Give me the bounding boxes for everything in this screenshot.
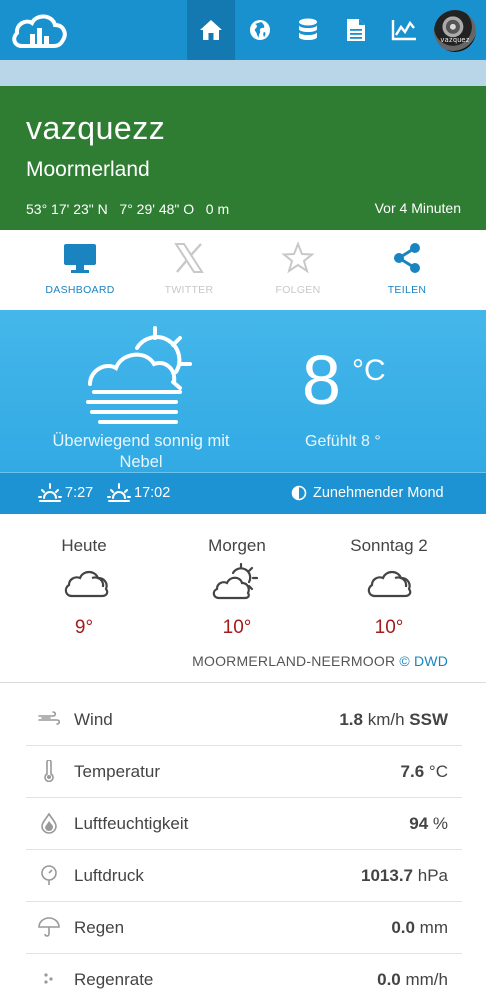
nav-home[interactable] [187, 0, 235, 60]
monitor-icon [64, 244, 96, 273]
forecast-station: MOORMERLAND-NEERMOOR [192, 653, 396, 669]
sunrise-time: 7:27 [65, 485, 94, 501]
globe-icon [250, 20, 270, 40]
dwd-link[interactable]: © DWD [399, 653, 448, 669]
pressure-icon [41, 865, 57, 885]
forecast-temp: 10° [222, 617, 252, 638]
measurement-label: Regen [74, 918, 125, 937]
cloud-icon [367, 570, 412, 598]
nav-charts[interactable] [380, 0, 428, 60]
avatar[interactable]: vazquez [434, 10, 476, 52]
measurement-label: Luftfeuchtigkeit [74, 814, 189, 833]
forecast-temp: 9° [74, 617, 94, 638]
dashboard-button[interactable]: DASHBOARD [25, 230, 135, 310]
sun-moon-bar: 7:27 17:02 Zunehmender Mond [0, 472, 486, 514]
condition-text: Überwiegend sonnig mit Nebel [52, 432, 230, 471]
forecast-temp: 10° [374, 617, 404, 638]
follow-button[interactable]: FOLGEN [243, 230, 353, 310]
forecast-panel: Heute 9° Morgen 10° Sonntag 2 10° MOORME… [0, 514, 486, 682]
sunrise-icon [38, 483, 62, 502]
feels-like: Gefühlt 8 ° [305, 433, 381, 450]
home-icon [200, 20, 222, 40]
station-coordinates: 53° 17' 23" N 7° 29' 48" O 0 m [26, 201, 230, 217]
measurement-value: 94 % [409, 814, 448, 833]
measurement-label: Luftdruck [74, 866, 144, 885]
forecast-day-label: Morgen [208, 536, 266, 555]
dashboard-label: DASHBOARD [45, 284, 115, 296]
measurement-row-rain-rate[interactable]: Regenrate 0.0 mm/h [26, 954, 462, 1000]
thermometer-icon [44, 760, 54, 782]
star-icon [281, 241, 315, 274]
measurement-value: 1.8 km/h SSW [339, 710, 448, 729]
measurement-row-temperature[interactable]: Temperatur 7.6 °C [26, 746, 462, 798]
document-icon [347, 19, 365, 41]
section-divider [0, 682, 486, 683]
sunset-icon [107, 483, 131, 502]
forecast-day-label: Heute [61, 536, 107, 555]
nav-reports[interactable] [332, 0, 380, 60]
humidity-icon [41, 812, 57, 834]
nav-data[interactable] [284, 0, 332, 60]
avatar-label: vazquez [440, 36, 470, 44]
measurement-value: 0.0 mm/h [377, 970, 448, 989]
twitter-label: TWITTER [164, 284, 214, 296]
measurement-value: 1013.7 hPa [361, 866, 448, 885]
measurement-value: 7.6 °C [400, 762, 448, 781]
temperature-unit: °C [352, 354, 386, 387]
top-nav-bar: vazquez [0, 0, 486, 60]
measurement-row-pressure[interactable]: Luftdruck 1013.7 hPa [26, 850, 462, 902]
last-updated: Vor 4 Minuten [374, 200, 461, 216]
measurement-row-wind[interactable]: Wind 1.8 km/h SSW [26, 694, 462, 746]
measurement-value: 0.0 mm [391, 918, 448, 937]
share-icon [394, 243, 420, 273]
current-temperature: 8 [302, 341, 341, 419]
share-label: TEILEN [387, 284, 427, 296]
logo-icon[interactable] [10, 10, 68, 52]
measurement-row-rain[interactable]: Regen 0.0 mm [26, 902, 462, 954]
sunset-time: 17:02 [134, 485, 171, 501]
grass-edge [0, 88, 486, 100]
action-bar: DASHBOARD TWITTER FOLGEN TEILEN [0, 230, 486, 310]
rain-drops-icon [44, 973, 53, 984]
chart-icon [391, 20, 416, 41]
wind-icon [38, 711, 60, 725]
measurement-row-humidity[interactable]: Luftfeuchtigkeit 94 % [26, 798, 462, 850]
station-location: Moormerland [26, 158, 150, 181]
forecast-source: MOORMERLAND-NEERMOOR © DWD [192, 653, 448, 669]
follow-label: FOLGEN [275, 284, 321, 296]
current-weather-panel: Überwiegend sonnig mit Nebel 8 °C Gefühl… [0, 310, 486, 514]
moon-phase-icon [291, 485, 307, 501]
x-twitter-icon [174, 243, 204, 273]
station-name: vazquezz [26, 110, 166, 146]
measurement-label: Regenrate [74, 970, 154, 989]
measurement-label: Temperatur [74, 762, 160, 781]
moon-phase-text: Zunehmender Mond [313, 485, 444, 501]
measurement-label: Wind [74, 710, 113, 729]
sun-fog-cloud-icon [86, 326, 192, 424]
sun-cloud-icon [212, 562, 259, 600]
nav-map[interactable] [236, 0, 284, 60]
forecast-day-label: Sonntag 2 [350, 536, 428, 555]
database-icon [299, 18, 317, 40]
umbrella-icon [38, 917, 60, 937]
share-button[interactable]: TEILEN [352, 230, 462, 310]
cloud-icon [64, 570, 109, 598]
twitter-button[interactable]: TWITTER [134, 230, 244, 310]
